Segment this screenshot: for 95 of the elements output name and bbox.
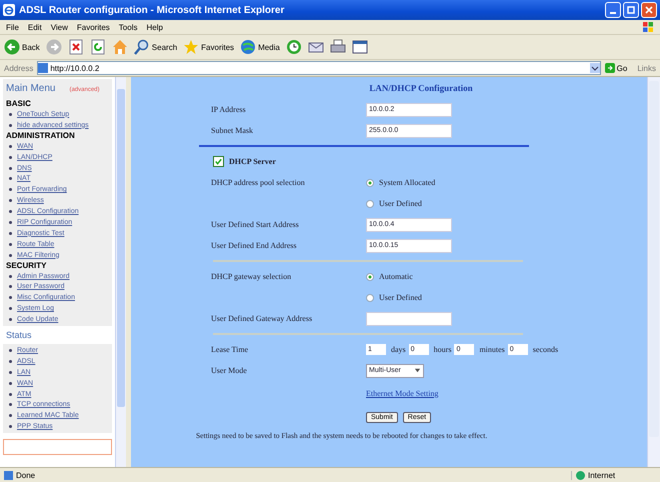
bullet-icon (9, 360, 12, 363)
field-label: User Defined End Address (211, 241, 298, 250)
checkbox[interactable] (213, 156, 224, 167)
bullet-icon (9, 220, 12, 224)
bullet-icon (9, 156, 12, 159)
field-label: User Mode (211, 366, 248, 375)
bullet-icon (9, 242, 12, 246)
page-icon (4, 470, 13, 480)
radio-button[interactable] (366, 272, 374, 280)
bullet-icon (9, 318, 12, 322)
media-button[interactable]: Media (240, 39, 280, 55)
refresh-button[interactable] (90, 39, 106, 55)
field-label: DHCP address pool selection (211, 178, 306, 187)
edit-button[interactable] (352, 39, 368, 55)
bullet-icon (9, 296, 12, 300)
radio-button[interactable] (366, 200, 374, 208)
bullet-icon (9, 144, 12, 148)
status-text: Done (16, 470, 36, 480)
links-button[interactable]: Links (637, 64, 656, 72)
section-heading: BASIC (6, 99, 32, 109)
menu-item[interactable]: View (50, 22, 68, 32)
dropdown-icon[interactable] (590, 63, 600, 73)
windows-logo-icon (642, 21, 654, 33)
unit-label: seconds (532, 345, 558, 354)
ethernet-mode-link[interactable]: Ethernet Mode Setting (366, 388, 438, 398)
field-label: DHCP gateway selection (211, 272, 292, 281)
unit-label: hours (434, 345, 452, 354)
main-menu-title: Main Menu (6, 83, 56, 94)
history-button[interactable] (286, 39, 302, 55)
search-icon (134, 39, 150, 55)
field-label: User Defined Gateway Address (211, 314, 314, 323)
address-field[interactable]: http://10.0.0.2 (37, 61, 601, 75)
bullet-icon (9, 274, 12, 278)
zone-label: Internet (588, 470, 616, 480)
print-button[interactable] (330, 39, 346, 55)
menu-item[interactable]: Edit (28, 22, 42, 32)
close-button[interactable] (641, 2, 657, 18)
address-label: Address (4, 64, 34, 72)
minimize-icon (610, 12, 616, 14)
radio-button[interactable] (366, 178, 374, 186)
section-heading: SECURITY (6, 260, 48, 271)
search-button[interactable]: Search (134, 39, 178, 55)
maximize-icon (626, 5, 636, 15)
caret-icon (414, 367, 421, 374)
browser-icon (3, 4, 15, 16)
bullet-icon (9, 285, 12, 288)
menu-item[interactable]: File (6, 22, 19, 32)
field-label: Subnet Mask (211, 126, 254, 135)
favorites-button[interactable]: Favorites (183, 39, 234, 55)
page-title: LAN/DHCP Configuration (368, 83, 474, 95)
stop-button[interactable] (68, 39, 84, 55)
bullet-icon (9, 348, 12, 352)
bullet-icon (9, 370, 12, 374)
bullet-icon (9, 232, 12, 235)
field-label: User Defined Start Address (211, 220, 300, 229)
bullet-icon (9, 124, 12, 127)
radio-label: User Defined (379, 199, 422, 208)
go-button[interactable]: Go (604, 63, 628, 73)
gateway-address-field[interactable] (366, 312, 452, 326)
menu-item[interactable]: Tools (118, 22, 138, 32)
bullet-icon (9, 166, 12, 170)
minimize-button[interactable] (605, 2, 621, 18)
field-label: Lease Time (211, 345, 250, 354)
window-title: ADSL Router configuration - Microsoft Internet Explorer (19, 4, 286, 16)
menu-item[interactable]: Help (146, 22, 163, 32)
bullet-icon (9, 188, 12, 192)
bullet-icon (9, 307, 12, 310)
unit-label: minutes (479, 345, 505, 354)
page-icon (38, 63, 48, 73)
bullet-icon (9, 177, 12, 180)
back-button[interactable]: Back (4, 39, 40, 55)
bullet-icon (9, 210, 12, 214)
field-label: IP Address (211, 105, 247, 114)
maximize-button[interactable] (623, 2, 639, 18)
checkbox-label: DHCP Server (229, 157, 276, 166)
bullet-icon (9, 199, 12, 202)
go-arrow-icon (604, 63, 615, 73)
star-icon (183, 39, 200, 55)
radio-label: System Allocated (379, 178, 436, 187)
bullet-icon (9, 414, 12, 418)
unit-label: days (391, 345, 406, 354)
bullet-icon (9, 425, 12, 428)
bullet-icon (9, 112, 12, 116)
bullet-icon (9, 382, 12, 385)
close-icon (644, 5, 654, 15)
bullet-icon (9, 392, 12, 396)
radio-button[interactable] (366, 294, 374, 302)
menu-item[interactable]: Favorites (76, 22, 110, 32)
section-heading: ADMINISTRATION (6, 130, 76, 141)
bullet-icon (9, 254, 12, 257)
scrollbar[interactable] (115, 77, 126, 467)
scrollbar[interactable] (647, 77, 660, 467)
bullet-icon (9, 403, 12, 406)
radio-label: Automatic (379, 272, 413, 281)
radio-label: User Defined (379, 293, 422, 302)
